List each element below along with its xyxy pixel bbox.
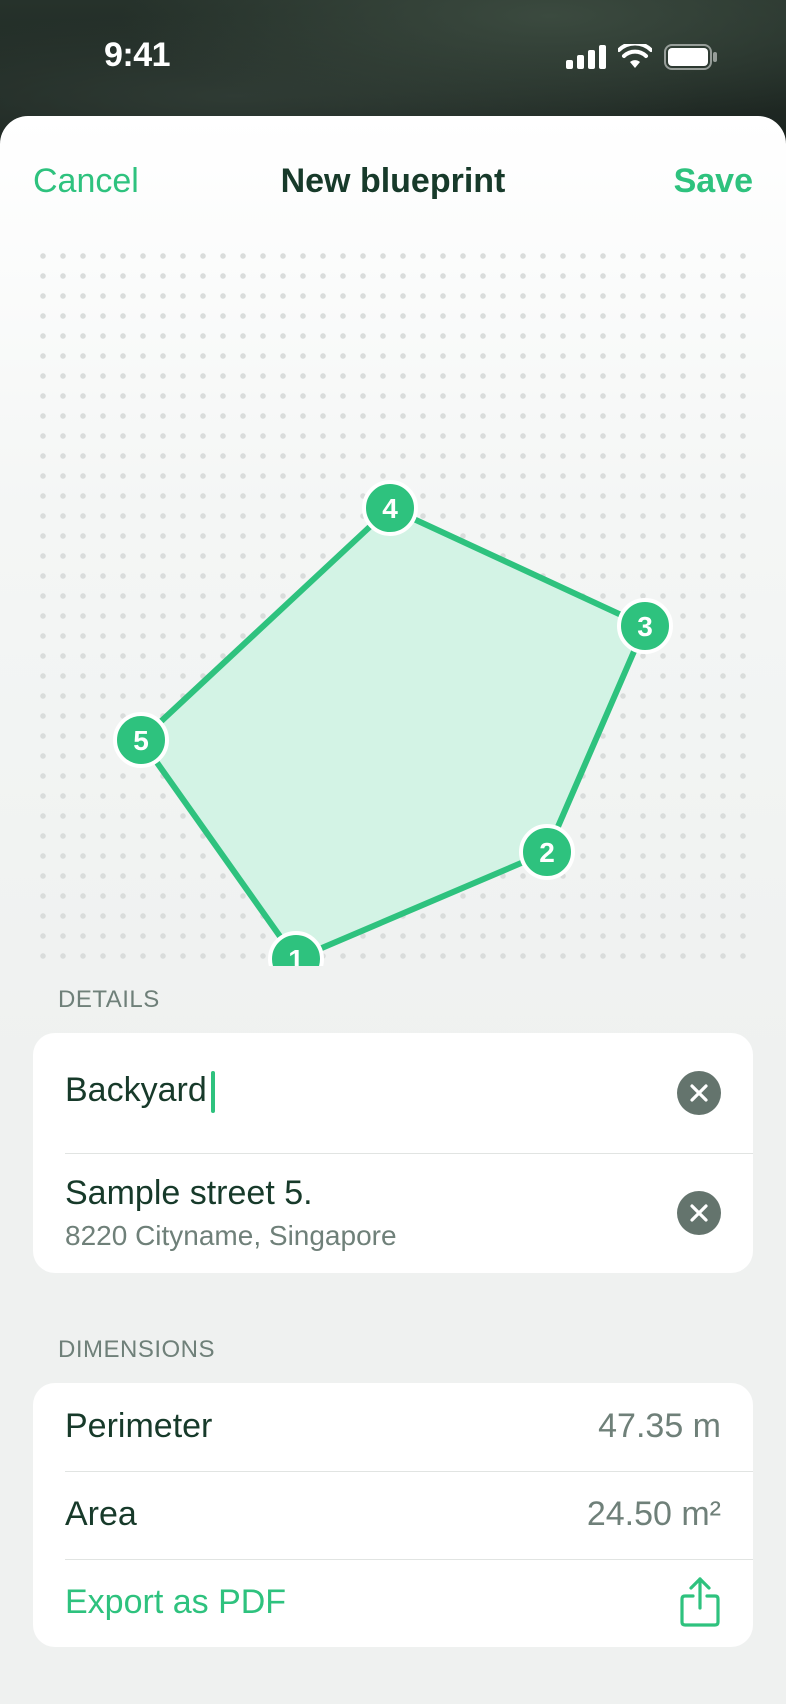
vertex-label: 1	[288, 944, 304, 966]
wifi-icon	[618, 44, 652, 68]
status-icons	[566, 44, 718, 70]
clear-address-button[interactable]	[677, 1191, 721, 1235]
export-pdf-row[interactable]: Export as PDF	[33, 1560, 753, 1647]
vertex-label: 2	[539, 837, 555, 868]
dimensions-card: Perimeter 47.35 m Area 24.50 m² Export a…	[33, 1383, 753, 1647]
new-blueprint-sheet: Cancel New blueprint Save 12345 DETAILS …	[0, 116, 786, 1704]
address-line2: 8220 Cityname, Singapore	[65, 1220, 397, 1251]
blueprint-drawing: 1 2 3 4 5	[113, 480, 673, 966]
navigation-bar: Cancel New blueprint Save	[0, 116, 786, 216]
name-field-value: Backyard	[65, 1071, 207, 1109]
details-header: DETAILS	[58, 986, 160, 1013]
vertex-label: 3	[637, 611, 653, 642]
name-field[interactable]: Backyard	[65, 1071, 215, 1114]
blueprint-shape	[138, 505, 648, 962]
export-pdf-button[interactable]: Export as PDF	[65, 1583, 286, 1622]
page-title: New blueprint	[280, 162, 506, 200]
name-field-row[interactable]: Backyard	[33, 1033, 753, 1153]
close-icon	[690, 1204, 708, 1222]
address-line1: Sample street 5.	[65, 1174, 313, 1212]
vertex-handle-4[interactable]: 4	[362, 480, 418, 536]
area-value: 24.50 m²	[586, 1495, 721, 1533]
cellular-signal-icon	[566, 45, 606, 69]
text-cursor	[210, 1071, 215, 1114]
vertex-handle-5[interactable]: 5	[113, 712, 169, 768]
perimeter-label: Perimeter	[65, 1407, 213, 1445]
address-field-row[interactable]: Sample street 5. 8220 Cityname, Singapor…	[33, 1154, 753, 1273]
status-bar: 9:41	[0, 0, 786, 116]
vertex-label: 4	[382, 493, 398, 524]
status-time: 9:41	[104, 36, 171, 74]
vertex-handle-1[interactable]: 1	[268, 931, 324, 966]
area-row: Area 24.50 m²	[33, 1472, 753, 1559]
vertex-label: 5	[133, 725, 149, 756]
clear-name-button[interactable]	[677, 1071, 721, 1115]
save-button[interactable]: Save	[674, 162, 753, 201]
blueprint-canvas[interactable]: 1 2 3 4 5	[33, 246, 753, 966]
area-label: Area	[65, 1495, 137, 1533]
details-card: Backyard Sample street 5. 8220 Cityname,…	[33, 1033, 753, 1273]
vertex-handle-3[interactable]: 3	[617, 598, 673, 654]
close-icon	[690, 1084, 708, 1102]
dimensions-header: DIMENSIONS	[58, 1336, 216, 1363]
perimeter-row: Perimeter 47.35 m	[33, 1383, 753, 1471]
vertex-handle-2[interactable]: 2	[519, 824, 575, 880]
share-icon[interactable]	[679, 1576, 721, 1628]
battery-icon	[664, 44, 717, 70]
perimeter-value: 47.35 m	[598, 1407, 721, 1445]
